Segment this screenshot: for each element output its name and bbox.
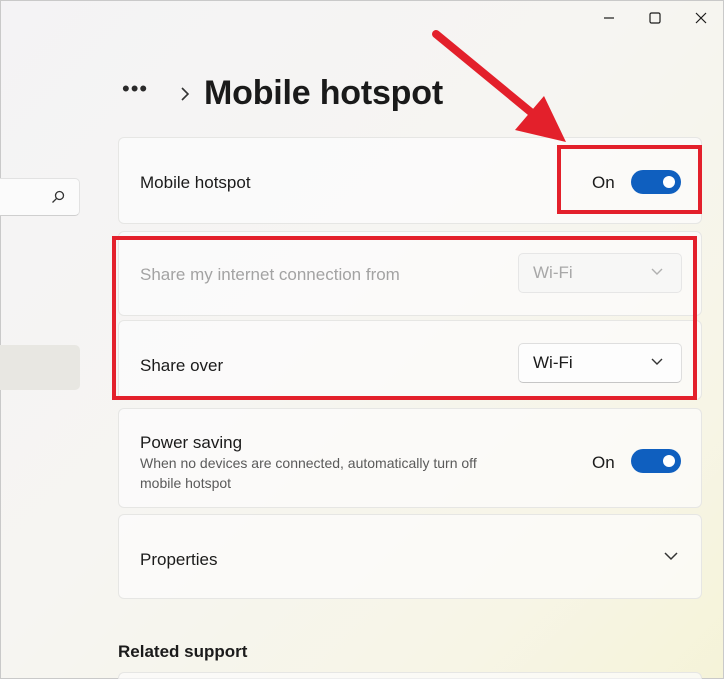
- page-title: Mobile hotspot: [204, 74, 443, 112]
- chevron-right-icon: [181, 86, 190, 101]
- power-saving-label: Power saving: [140, 433, 243, 452]
- annotation-arrow: [432, 30, 566, 142]
- minimize-icon: [604, 17, 614, 19]
- search-icon: [52, 190, 65, 203]
- properties-label: Properties: [140, 550, 218, 569]
- mobile-hotspot-label: Mobile hotspot: [140, 173, 251, 192]
- sidebar-item-selected[interactable]: [0, 345, 80, 390]
- close-button[interactable]: [678, 0, 724, 36]
- more-button[interactable]: •••: [122, 77, 158, 99]
- related-support-card: [118, 672, 702, 679]
- caption-buttons: [586, 0, 724, 36]
- power-saving-state: On: [592, 453, 615, 472]
- chevron-down-icon[interactable]: [664, 552, 678, 561]
- close-icon: [695, 12, 707, 24]
- power-saving-description: When no devices are connected, automatic…: [140, 455, 477, 491]
- settings-search-input[interactable]: [0, 178, 80, 216]
- annotation-highlight-share: [112, 236, 697, 400]
- related-support-heading: Related support: [118, 642, 248, 661]
- maximize-button[interactable]: [632, 0, 678, 36]
- annotation-highlight-toggle: [557, 145, 702, 214]
- maximize-icon: [649, 12, 661, 24]
- breadcrumb: ••• Mobile hotspot: [122, 74, 443, 113]
- minimize-button[interactable]: [586, 0, 632, 36]
- power-saving-card: Power saving When no devices are connect…: [118, 408, 702, 508]
- power-saving-toggle[interactable]: [631, 449, 681, 473]
- properties-card[interactable]: Properties: [118, 514, 702, 599]
- toggle-knob: [663, 455, 675, 467]
